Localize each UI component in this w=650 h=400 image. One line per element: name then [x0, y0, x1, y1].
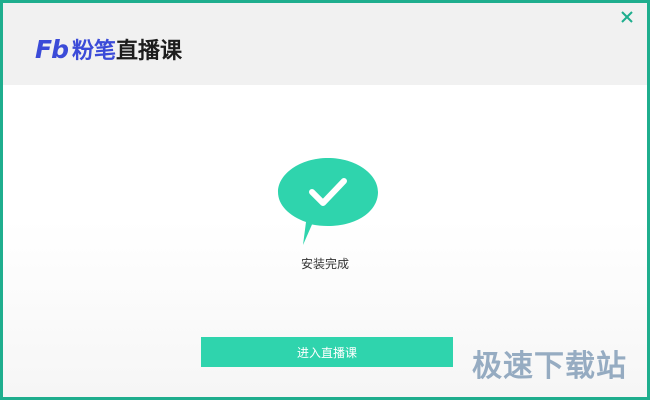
logo-brand-text: 粉笔 [71, 39, 116, 64]
close-button[interactable] [617, 7, 637, 27]
install-status-text: 安装完成 [300, 257, 349, 271]
app-logo: Fb 粉笔 直播课 [35, 33, 182, 65]
close-icon [621, 11, 633, 23]
logo-mark: Fb [35, 34, 69, 64]
check-chat-bubble-icon [278, 158, 378, 245]
watermark: 极速下载站 [472, 349, 627, 384]
enter-live-class-button[interactable]: 进入直播课 [201, 337, 453, 367]
header: Fb 粉笔 直播课 [3, 3, 647, 85]
logo-product-text: 直播课 [116, 39, 183, 64]
installer-window: Fb 粉笔 直播课 安装完成 进入直播课 极速下载站 [0, 0, 650, 400]
